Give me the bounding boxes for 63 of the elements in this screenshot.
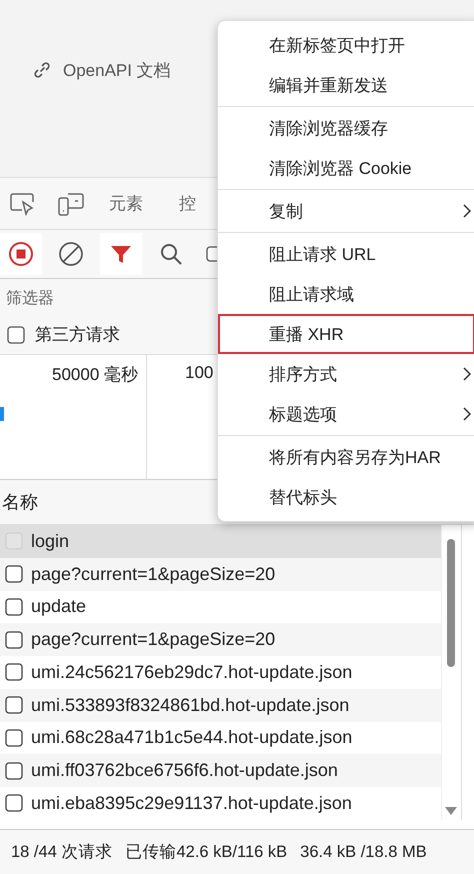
inspect-element-icon[interactable] (9, 190, 37, 216)
checkbox[interactable] (5, 598, 23, 616)
checkbox[interactable] (5, 663, 23, 682)
search-icon (158, 241, 184, 267)
request-name: umi.eba8395c29e91137.hot-update.json (31, 792, 352, 814)
checkbox[interactable] (5, 728, 23, 747)
menu-item[interactable]: 重播 XHR (218, 314, 474, 354)
menu-item[interactable]: 在新标签页中打开 (218, 25, 474, 65)
menu-item[interactable]: 替代标头 (218, 477, 474, 517)
request-row[interactable]: umi.eba8395c29e91137.hot-update.json (0, 787, 442, 820)
menu-item[interactable]: 清除浏览器缓存 (218, 108, 474, 148)
device-toolbar-icon[interactable] (57, 190, 85, 216)
menu-item[interactable]: 标题选项 (218, 394, 474, 434)
record-icon (8, 241, 34, 267)
menu-item[interactable]: 复制 (218, 191, 474, 231)
chevron-right-icon (463, 367, 471, 381)
filter-button[interactable] (100, 233, 142, 275)
checkbox[interactable] (5, 696, 23, 714)
clear-icon (58, 241, 84, 267)
request-row[interactable]: umi.68c28a471b1c5e44.hot-update.json (0, 722, 442, 754)
request-row[interactable]: login (0, 525, 442, 558)
request-row[interactable]: umi.ff03762bce6756f6.hot-update.json (0, 754, 442, 787)
timeline-tick: 50000 毫秒 (52, 364, 138, 383)
scroll-down-icon[interactable] (445, 807, 458, 815)
link-icon (33, 61, 51, 79)
checkbox[interactable] (5, 762, 23, 780)
request-name: update (31, 596, 86, 618)
record-button[interactable] (0, 233, 42, 275)
filter-field[interactable]: 筛选器 (2, 279, 202, 315)
chevron-right-icon (463, 407, 471, 421)
request-row[interactable]: page?current=1&pageSize=20 (0, 623, 442, 656)
request-name: umi.24c562176eb29dc7.hot-update.json (31, 662, 352, 683)
chevron-right-icon (463, 204, 471, 218)
request-name: login (31, 530, 70, 552)
request-row[interactable]: umi.24c562176eb29dc7.hot-update.json (0, 656, 442, 689)
devtools-tab[interactable]: 元素 (97, 192, 155, 215)
request-row[interactable]: umi.533893f8324861bd.hot-update.json (0, 688, 442, 722)
request-name: umi.ff03762bce6756f6.hot-update.json (31, 760, 338, 782)
request-row[interactable]: page?current=1&pageSize=20 (0, 558, 442, 590)
timeline-tick: 100 (185, 363, 214, 382)
checkbox[interactable] (7, 326, 25, 344)
timeline-bar (0, 407, 4, 421)
menu-item[interactable]: 阻止请求域 (218, 274, 474, 314)
column-header[interactable]: 名称 (2, 490, 38, 514)
request-name: umi.533893f8324861bd.hot-update.json (31, 694, 350, 716)
status-text: 36.4 kB /18.8 MB (300, 842, 427, 862)
menu-item[interactable]: 排序方式 (218, 354, 474, 394)
checkbox[interactable] (5, 630, 23, 649)
request-name: umi.68c28a471b1c5e44.hot-update.json (31, 727, 352, 748)
request-name: page?current=1&pageSize=20 (31, 629, 276, 650)
menu-item[interactable]: 清除浏览器 Cookie (218, 148, 474, 188)
menu-item[interactable]: 将所有内容另存为HAR (218, 437, 474, 477)
request-name: page?current=1&pageSize=20 (31, 564, 276, 585)
devtools-tab[interactable]: 控 (167, 192, 208, 215)
scrollbar-thumb[interactable] (447, 539, 456, 667)
checkbox[interactable] (5, 565, 23, 584)
status-text: 已传输42.6 kB/116 kB (125, 842, 288, 863)
menu-item[interactable]: 编辑并重新发送 (218, 65, 474, 105)
checkbox[interactable] (5, 794, 23, 812)
request-row[interactable]: update (0, 590, 442, 624)
status-text: 18 /44 次请求 (11, 842, 112, 863)
openapi-docs-link[interactable]: OpenAPI 文档 (33, 58, 171, 82)
checkbox-label: 第三方请求 (35, 324, 120, 346)
